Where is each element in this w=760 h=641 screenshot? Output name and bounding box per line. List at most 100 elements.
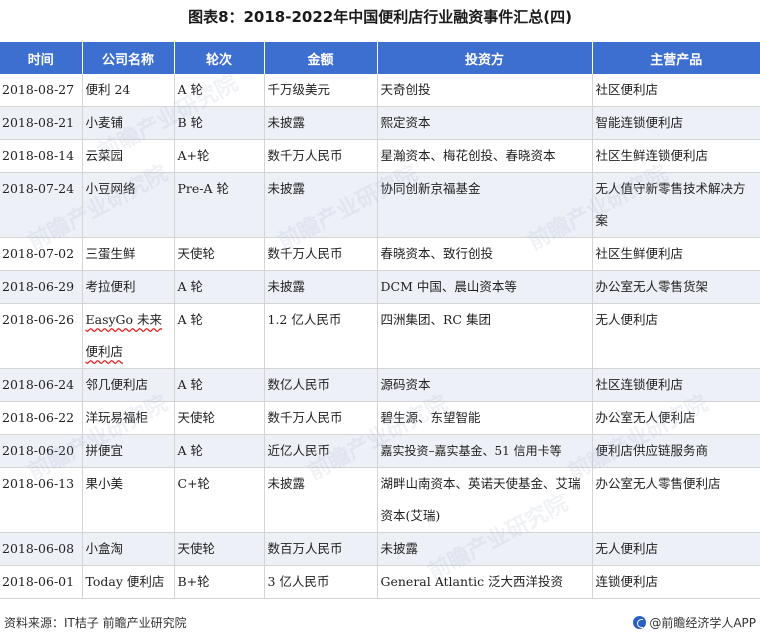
cell-investors: DCM 中国、晨山资本等: [377, 270, 593, 304]
cell-company: 小盒淘: [82, 532, 175, 566]
header-date: 时间: [0, 42, 83, 74]
cell-date: 2018-06-20: [0, 434, 83, 468]
cell-amount: 1.2 亿人民币: [264, 303, 378, 369]
cell-round: A 轮: [174, 270, 265, 304]
cell-company: 洋玩易福柜: [82, 401, 175, 435]
cell-investors: General Atlantic 泛大西洋投资: [377, 565, 593, 599]
header-product: 主营产品: [592, 42, 760, 74]
cell-investors: 嘉实投资–嘉实基金、51 信用卡等: [377, 434, 593, 468]
cell-date: 2018-08-21: [0, 106, 83, 140]
header-amount: 金额: [264, 42, 378, 74]
table-row: 2018-06-08 小盒淘 天使轮 数百万人民币 未披露 无人便利店: [0, 532, 760, 566]
cell-company: 便利 24: [82, 74, 175, 107]
header-round: 轮次: [174, 42, 265, 74]
cell-amount: 未披露: [264, 106, 378, 140]
brand-credit: @前瞻经济学人APP: [633, 614, 756, 631]
table-row: 2018-07-02 三蛋生鲜 天使轮 数千万人民币 春晓资本、致行创投 社区生…: [0, 237, 760, 271]
cell-investors: 星瀚资本、梅花创投、春晓资本: [377, 139, 593, 173]
cell-round: C+轮: [174, 467, 265, 533]
cell-product: 社区便利店: [592, 74, 760, 107]
cell-investors: 源码资本: [377, 368, 593, 402]
cell-investors: 碧生源、东望智能: [377, 401, 593, 435]
cell-product: 社区生鲜便利店: [592, 237, 760, 271]
cell-amount: 未披露: [264, 270, 378, 304]
table-row: 2018-06-22 洋玩易福柜 天使轮 数千万人民币 碧生源、东望智能 办公室…: [0, 401, 760, 435]
table-row: 2018-07-24 小豆网络 Pre-A 轮 未披露 协同创新京福基金 无人值…: [0, 172, 760, 238]
cell-amount: 3 亿人民币: [264, 565, 378, 599]
cell-date: 2018-06-13: [0, 467, 83, 533]
cell-date: 2018-08-14: [0, 139, 83, 173]
cell-investors: 天奇创投: [377, 74, 593, 107]
cell-company: 小豆网络: [82, 172, 175, 238]
cell-date: 2018-06-08: [0, 532, 83, 566]
cell-date: 2018-07-02: [0, 237, 83, 271]
table-row: 2018-08-27 便利 24 A 轮 千万级美元 天奇创投 社区便利店: [0, 74, 760, 107]
cell-product: 智能连锁便利店: [592, 106, 760, 140]
cell-product: 便利店供应链服务商: [592, 434, 760, 468]
cell-investors: 春晓资本、致行创投: [377, 237, 593, 271]
cell-product: 办公室无人零售便利店: [592, 467, 760, 533]
brand-logo-icon: [633, 616, 647, 629]
cell-product: 办公室无人零售货架: [592, 270, 760, 304]
table-row: 2018-06-29 考拉便利 A 轮 未披露 DCM 中国、晨山资本等 办公室…: [0, 270, 760, 304]
cell-company: 拼便宜: [82, 434, 175, 468]
cell-product: 无人便利店: [592, 532, 760, 566]
cell-investors: 熙定资本: [377, 106, 593, 140]
cell-date: 2018-06-22: [0, 401, 83, 435]
table-row: 2018-06-24 邻几便利店 A 轮 数亿人民币 源码资本 社区连锁便利店: [0, 368, 760, 402]
cell-date: 2018-06-01: [0, 565, 83, 599]
cell-product: 无人便利店: [592, 303, 760, 369]
cell-product: 办公室无人便利店: [592, 401, 760, 435]
header-company: 公司名称: [82, 42, 175, 74]
table-row: 2018-06-20 拼便宜 A 轮 近亿人民币 嘉实投资–嘉实基金、51 信用…: [0, 434, 760, 468]
financing-events-table: 时间 公司名称 轮次 金额 投资方 主营产品 2018-08-27 便利 24 …: [0, 42, 760, 599]
cell-date: 2018-06-29: [0, 270, 83, 304]
cell-investors: 未披露: [377, 532, 593, 566]
table-row: 2018-06-26 EasyGo 未来便利店 A 轮 1.2 亿人民币 四洲集…: [0, 303, 760, 369]
cell-round: A 轮: [174, 303, 265, 369]
cell-product: 社区生鲜连锁便利店: [592, 139, 760, 173]
cell-round: A 轮: [174, 368, 265, 402]
cell-round: A 轮: [174, 74, 265, 107]
cell-amount: 数千万人民币: [264, 401, 378, 435]
cell-investors: 四洲集团、RC 集团: [377, 303, 593, 369]
table-row: 2018-06-01 Today 便利店 B+轮 3 亿人民币 General …: [0, 565, 760, 599]
cell-product: 连锁便利店: [592, 565, 760, 599]
table-row: 2018-06-13 果小美 C+轮 未披露 湖畔山南资本、英诺天使基金、艾瑞资…: [0, 467, 760, 533]
cell-round: A+轮: [174, 139, 265, 173]
page-title: 图表8：2018-2022年中国便利店行业融资事件汇总(四): [188, 8, 572, 26]
company-name-flagged: EasyGo 未来便利店: [85, 312, 163, 359]
cell-amount: 数亿人民币: [264, 368, 378, 402]
cell-company: 果小美: [82, 467, 175, 533]
cell-amount: 近亿人民币: [264, 434, 378, 468]
header-investors: 投资方: [377, 42, 593, 74]
cell-round: B+轮: [174, 565, 265, 599]
brand-label: @前瞻经济学人APP: [649, 616, 756, 630]
cell-investors: 协同创新京福基金: [377, 172, 593, 238]
cell-date: 2018-08-27: [0, 74, 83, 107]
cell-date: 2018-06-24: [0, 368, 83, 402]
page-footer: 资料来源：IT桔子 前瞻产业研究院 @前瞻经济学人APP: [0, 612, 760, 632]
cell-amount: 未披露: [264, 467, 378, 533]
cell-round: 天使轮: [174, 401, 265, 435]
cell-amount: 千万级美元: [264, 74, 378, 107]
cell-round: B 轮: [174, 106, 265, 140]
cell-round: A 轮: [174, 434, 265, 468]
table-row: 2018-08-14 云菜园 A+轮 数千万人民币 星瀚资本、梅花创投、春晓资本…: [0, 139, 760, 173]
cell-amount: 数百万人民币: [264, 532, 378, 566]
cell-round: 天使轮: [174, 532, 265, 566]
cell-company: Today 便利店: [82, 565, 175, 599]
cell-amount: 数千万人民币: [264, 139, 378, 173]
cell-date: 2018-07-24: [0, 172, 83, 238]
cell-round: Pre-A 轮: [174, 172, 265, 238]
cell-company: 邻几便利店: [82, 368, 175, 402]
cell-date: 2018-06-26: [0, 303, 83, 369]
table-row: 2018-08-21 小麦铺 B 轮 未披露 熙定资本 智能连锁便利店: [0, 106, 760, 140]
cell-product: 社区连锁便利店: [592, 368, 760, 402]
cell-amount: 未披露: [264, 172, 378, 238]
cell-round: 天使轮: [174, 237, 265, 271]
table-header-row: 时间 公司名称 轮次 金额 投资方 主营产品: [0, 42, 760, 74]
cell-product: 无人值守新零售技术解决方案: [592, 172, 760, 238]
cell-company: 三蛋生鲜: [82, 237, 175, 271]
source-note: 资料来源：IT桔子 前瞻产业研究院: [4, 616, 187, 630]
